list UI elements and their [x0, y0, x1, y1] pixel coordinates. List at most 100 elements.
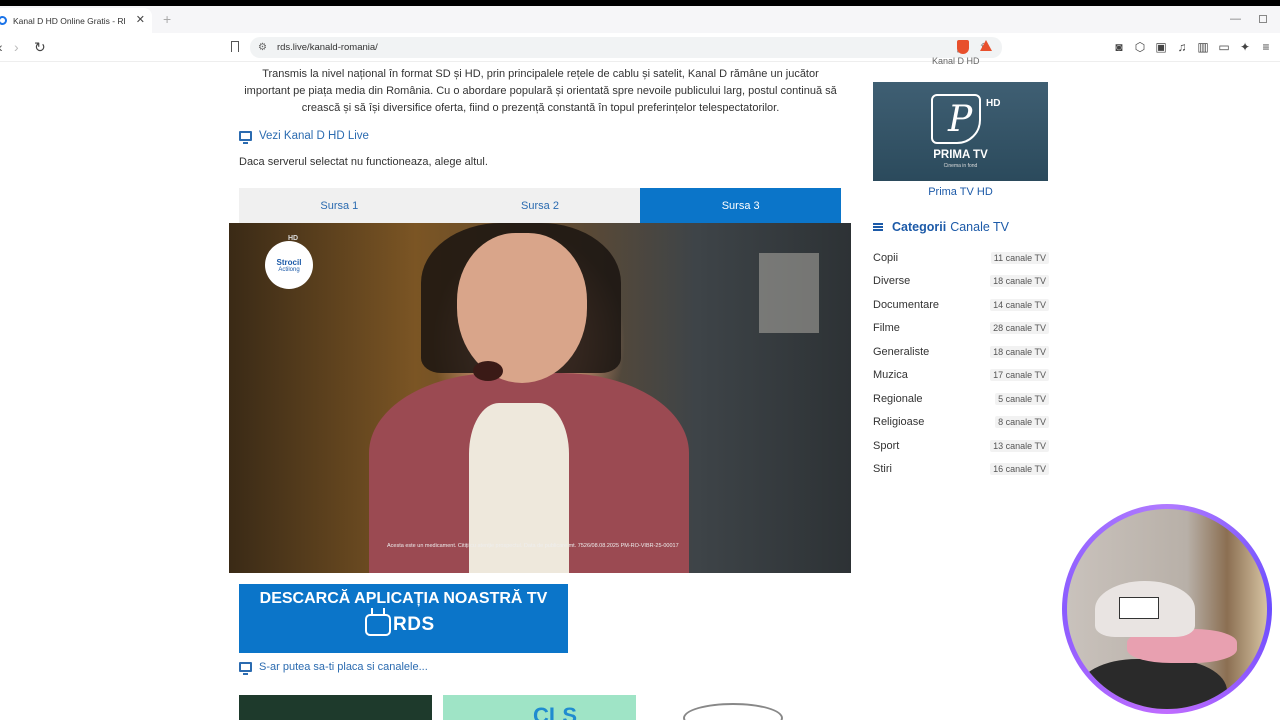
thumb-logo-text: CLS: [533, 703, 577, 720]
category-count: 17 canale TV: [990, 369, 1049, 382]
forward-icon[interactable]: ›: [14, 39, 19, 55]
minimize-window-icon[interactable]: —: [1230, 13, 1241, 25]
category-count: 28 canale TV: [990, 322, 1049, 335]
site-info-icon[interactable]: ⚙: [258, 42, 267, 53]
video-person-mouth: [473, 361, 503, 381]
category-count: 11 canale TV: [990, 251, 1049, 264]
thumb-logo-ring: [683, 703, 783, 720]
menu-icon[interactable]: ≡: [1260, 40, 1272, 54]
prima-logo-mark: P: [931, 94, 981, 144]
close-tab-icon[interactable]: ✕: [136, 13, 145, 26]
video-player[interactable]: HD Strocil Actilong Acesta este un medic…: [229, 223, 851, 573]
related-channels-link[interactable]: S-ar putea sa-ti placa si canalele...: [239, 661, 428, 675]
tv-icon: [365, 614, 391, 636]
category-item-documentare[interactable]: Documentare 14 canale TV: [873, 293, 1049, 317]
category-name[interactable]: Diverse: [873, 275, 910, 287]
site-favicon-icon: [0, 16, 7, 25]
browser-tab-active[interactable]: Kanal D HD Online Gratis - RD ✕: [0, 8, 152, 33]
server-note: Daca serverul selectat nu functioneaza, …: [239, 156, 488, 168]
category-name[interactable]: Copii: [873, 252, 898, 264]
category-count: 16 canale TV: [990, 463, 1049, 476]
new-tab-button[interactable]: +: [163, 11, 171, 27]
webcam-feed: [1067, 509, 1267, 709]
category-item-copii[interactable]: Copii 11 canale TV: [873, 246, 1049, 270]
address-bar[interactable]: ⚙ rds.live/kanald-romania/ ▤ ⇪: [250, 37, 1002, 58]
monitor-icon: [239, 662, 252, 675]
category-name[interactable]: Regionale: [873, 393, 923, 405]
tab-source-2[interactable]: Sursa 2: [440, 188, 641, 223]
ad-logo-line2: Actilong: [278, 266, 300, 273]
puzzle-icon[interactable]: ⬡: [1134, 40, 1146, 54]
video-person-face: [457, 233, 587, 383]
category-count: 18 canale TV: [990, 345, 1049, 358]
music-icon[interactable]: ♫: [1176, 40, 1188, 54]
article-intro: Transmis la nivel național în format SD …: [244, 68, 837, 114]
sidebar: Kanal D HD P HD PRIMA TV Cinema in fond …: [862, 56, 1059, 720]
brave-shields-icon[interactable]: [957, 40, 969, 54]
category-name[interactable]: Sport: [873, 440, 899, 452]
reload-icon[interactable]: ↻: [34, 39, 46, 56]
back-icon[interactable]: ‹: [0, 39, 3, 55]
category-name[interactable]: Muzica: [873, 369, 908, 381]
related-channel-thumb[interactable]: CLS: [443, 695, 636, 720]
video-background-lamp: [759, 253, 819, 333]
category-item-filme[interactable]: Filme 28 canale TV: [873, 317, 1049, 341]
related-channel-thumb[interactable]: [239, 695, 432, 720]
categories-heading-strong: Categorii: [892, 220, 947, 234]
category-item-regionale[interactable]: Regionale 5 canale TV: [873, 387, 1049, 411]
app-banner-title: DESCARCĂ APLICAȚIA NOASTRĂ TV: [259, 590, 548, 607]
app-download-banner[interactable]: DESCARCĂ APLICAȚIA NOASTRĂ TV RDS: [239, 584, 568, 653]
category-count: 13 canale TV: [990, 439, 1049, 452]
wallet-icon[interactable]: ▭: [1218, 40, 1230, 54]
prima-wordmark: PRIMA TV: [933, 149, 988, 161]
related-channels-label[interactable]: S-ar putea sa-ti placa si canalele...: [259, 661, 428, 673]
tab-bar: Kanal D HD Online Gratis - RD ✕ + —: [0, 6, 1280, 33]
related-channel-thumb[interactable]: [647, 695, 840, 720]
category-list: Copii 11 canale TV Diverse 18 canale TV …: [873, 246, 1049, 481]
categories-heading-rest: Canale TV: [950, 220, 1010, 234]
ai-assistant-icon[interactable]: ✦: [1239, 40, 1251, 54]
extension-icon[interactable]: ◙: [1113, 40, 1125, 54]
category-item-religioase[interactable]: Religioase 8 canale TV: [873, 411, 1049, 435]
ad-logo-line1: Strocil: [276, 257, 302, 267]
category-count: 18 canale TV: [990, 275, 1049, 288]
sidebar-toggle-icon[interactable]: ▥: [1197, 40, 1209, 54]
webcam-person-body: [1077, 659, 1227, 709]
maximize-window-icon[interactable]: [1259, 15, 1267, 23]
tab-source-1[interactable]: Sursa 1: [239, 188, 440, 223]
category-item-generaliste[interactable]: Generaliste 18 canale TV: [873, 340, 1049, 364]
prima-hd-badge: HD: [986, 98, 1001, 109]
prima-tagline: Cinema in fond: [943, 163, 978, 169]
category-count: 8 canale TV: [995, 416, 1049, 429]
url-text[interactable]: rds.live/kanald-romania/: [277, 42, 378, 53]
source-tabs: Sursa 1 Sursa 2 Sursa 3: [239, 188, 842, 223]
category-item-stiri[interactable]: Stiri 16 canale TV: [873, 458, 1049, 482]
category-name[interactable]: Filme: [873, 322, 900, 334]
category-name[interactable]: Stiri: [873, 463, 892, 475]
category-name[interactable]: Documentare: [873, 299, 939, 311]
rds-brand: RDS: [393, 614, 435, 635]
watch-live-link[interactable]: Vezi Kanal D HD Live: [239, 130, 369, 144]
prima-p-glyph: P: [948, 99, 973, 140]
rds-logo: RDS: [365, 614, 435, 636]
previous-channel-label[interactable]: Kanal D HD: [932, 56, 980, 66]
tab-title: Kanal D HD Online Gratis - RD: [13, 15, 125, 26]
category-item-muzica[interactable]: Muzica 17 canale TV: [873, 364, 1049, 388]
category-item-sport[interactable]: Sport 13 canale TV: [873, 434, 1049, 458]
categories-heading: Categorii Canale TV: [873, 220, 1009, 234]
category-name[interactable]: Generaliste: [873, 346, 929, 358]
category-count: 14 canale TV: [990, 298, 1049, 311]
tab-source-3[interactable]: Sursa 3: [640, 188, 842, 223]
watch-live-label[interactable]: Vezi Kanal D HD Live: [259, 130, 369, 142]
category-item-diverse[interactable]: Diverse 18 canale TV: [873, 270, 1049, 294]
bookmark-icon[interactable]: [231, 41, 239, 52]
streamer-webcam-overlay: [1062, 504, 1272, 714]
screenshot-icon[interactable]: ▣: [1155, 40, 1167, 54]
webcam-cap-patch: [1119, 597, 1159, 619]
brave-rewards-icon[interactable]: [980, 40, 992, 51]
category-name[interactable]: Religioase: [873, 416, 924, 428]
channel-name-prima[interactable]: Prima TV HD: [873, 186, 1048, 198]
extensions-bar: ◙ ⬡ ▣ ♫ ▥ ▭ ✦ ≡: [1113, 40, 1272, 54]
browser-toolbar: ‹ › ↻ ⚙ rds.live/kanald-romania/ ▤ ⇪ ◙ ⬡…: [0, 33, 1280, 62]
channel-card-prima-tv[interactable]: P HD PRIMA TV Cinema in fond: [873, 82, 1048, 181]
